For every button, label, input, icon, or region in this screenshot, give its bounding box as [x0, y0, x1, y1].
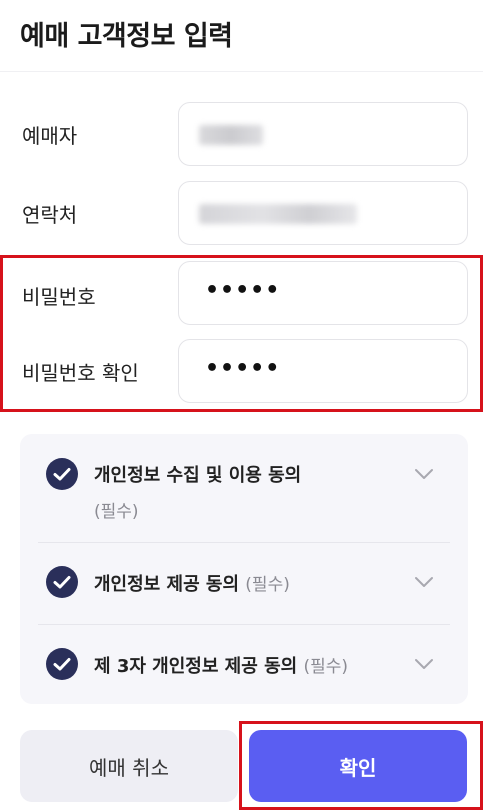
page-header: 예매 고객정보 입력 — [0, 0, 483, 72]
agreement-label: 제 3자 개인정보 제공 동의 (필수) — [94, 652, 348, 678]
chevron-down-icon[interactable] — [412, 652, 436, 676]
agreement-item-collect-use[interactable]: 개인정보 수집 및 이용 동의 (필수) — [20, 434, 468, 542]
chevron-down-icon[interactable] — [412, 462, 436, 486]
name-label: 예매자 — [22, 124, 78, 148]
redacted-name — [199, 125, 263, 145]
chevron-down-icon[interactable] — [412, 570, 436, 594]
required-tag: (필수) — [303, 657, 349, 677]
check-circle-icon[interactable] — [46, 458, 78, 490]
page-title: 예매 고객정보 입력 — [20, 21, 233, 52]
redacted-phone — [199, 204, 357, 224]
confirm-highlight-box — [239, 721, 483, 810]
phone-field[interactable] — [178, 181, 468, 245]
agreement-panel: 개인정보 수집 및 이용 동의 (필수) 개인정보 제공 동의 (필수) 제 3… — [20, 434, 468, 704]
agreement-label: 개인정보 수집 및 이용 동의 — [94, 465, 302, 486]
check-circle-icon[interactable] — [46, 648, 78, 680]
required-tag: (필수) — [94, 502, 139, 522]
password-highlight-box — [0, 255, 483, 412]
agreement-label-text: 개인정보 제공 동의 — [94, 574, 240, 595]
cancel-booking-button[interactable]: 예매 취소 — [20, 730, 238, 802]
agreement-item-third-party[interactable]: 제 3자 개인정보 제공 동의 (필수) — [20, 624, 468, 704]
agreement-label-text: 제 3자 개인정보 제공 동의 — [94, 656, 298, 677]
phone-label: 연락처 — [22, 203, 78, 227]
required-tag: (필수) — [245, 575, 290, 595]
agreement-label: 개인정보 제공 동의 (필수) — [94, 570, 290, 596]
name-field[interactable] — [178, 102, 468, 166]
agreement-item-provide[interactable]: 개인정보 제공 동의 (필수) — [20, 542, 468, 624]
check-circle-icon[interactable] — [46, 566, 78, 598]
